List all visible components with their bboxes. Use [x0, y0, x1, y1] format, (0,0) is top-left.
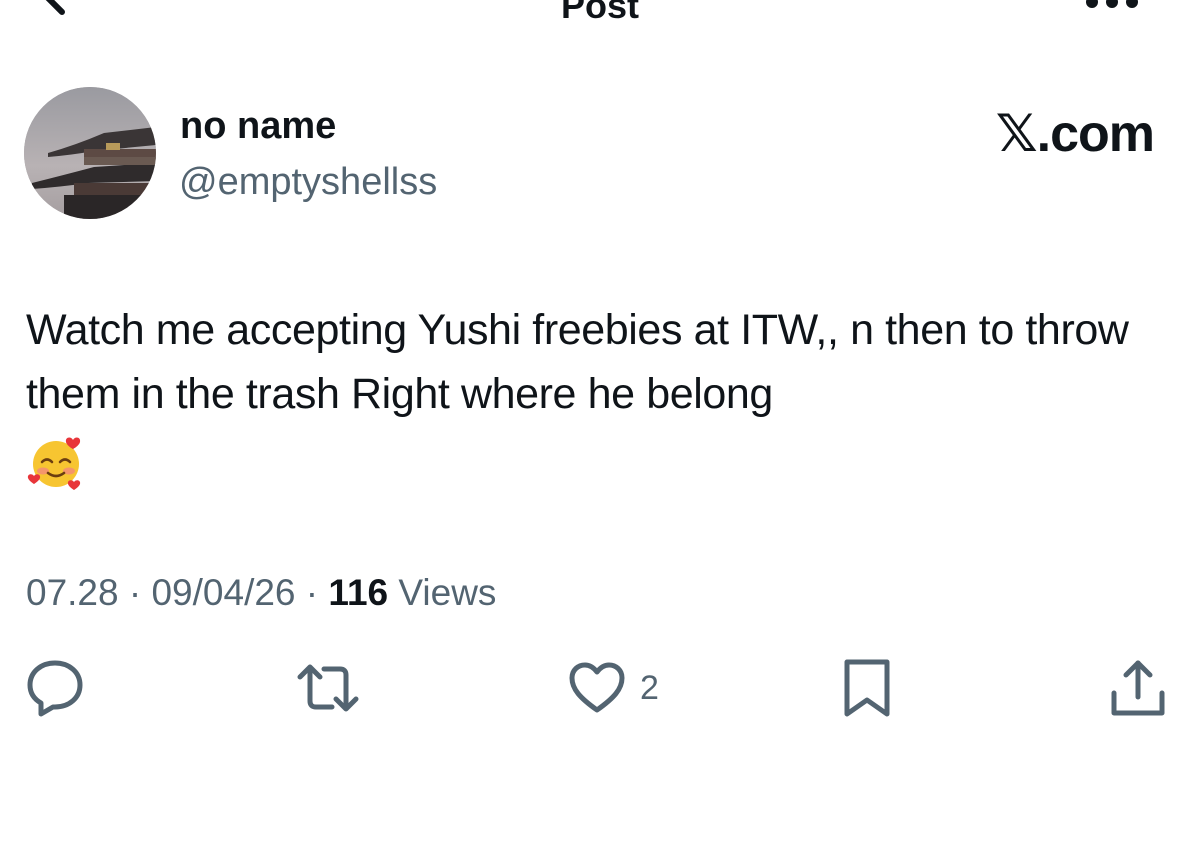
- action-bar: 2: [0, 655, 1200, 725]
- page-title: Post: [560, 0, 639, 26]
- smiling-face-with-hearts-icon: [26, 432, 86, 492]
- meta-separator: ·: [295, 572, 329, 613]
- share-icon: [1111, 660, 1165, 716]
- top-bar: Post: [0, 0, 1200, 40]
- like-count: 2: [640, 669, 659, 707]
- author-display-name[interactable]: no name: [180, 104, 336, 148]
- views-label: Views: [388, 572, 497, 613]
- post-meta: 07.28 · 09/04/26 · 116 Views: [26, 570, 496, 616]
- share-button[interactable]: [1108, 655, 1168, 721]
- reply-button[interactable]: [24, 655, 86, 721]
- post-time: 07.28: [26, 572, 119, 613]
- meta-separator: ·: [118, 572, 152, 613]
- more-options-button[interactable]: [1080, 0, 1144, 16]
- bookmark-icon: [844, 659, 890, 717]
- repost-button[interactable]: [296, 655, 360, 721]
- like-button[interactable]: 2: [568, 655, 659, 721]
- repost-icon: [297, 664, 359, 712]
- post-date: 09/04/26: [151, 572, 296, 613]
- views-count: 116: [328, 572, 389, 613]
- bookmark-button[interactable]: [840, 655, 894, 721]
- heart-icon: [569, 662, 625, 713]
- avatar-image: [24, 87, 156, 219]
- more-horizontal-icon: [1086, 0, 1138, 8]
- watermark-text: 𝕏.com: [995, 105, 1155, 163]
- avatar[interactable]: [24, 87, 156, 219]
- post-text: Watch me accepting Yushi freebies at ITW…: [26, 306, 1129, 418]
- reply-icon: [27, 660, 83, 717]
- author-handle[interactable]: @emptyshellss: [179, 160, 437, 204]
